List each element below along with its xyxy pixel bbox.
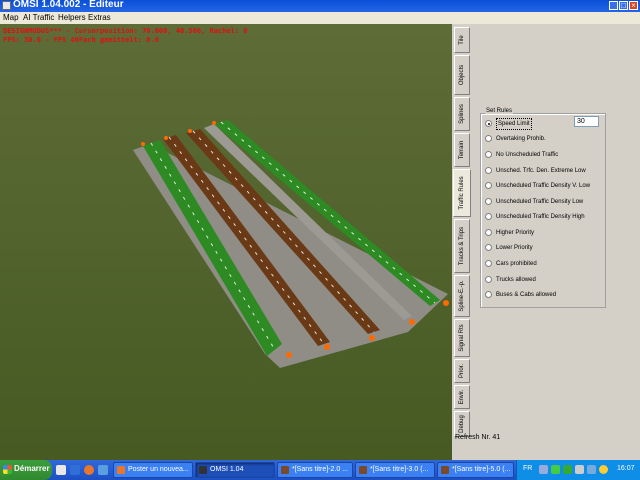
menu-bar: Map AI Traffic Helpers Extras <box>0 12 640 24</box>
taskbar: Démarrer Poster un nouvea... OMSI 1.04 *… <box>0 460 640 480</box>
tab-tracks-trips[interactable]: Tracks & Trips <box>454 219 470 273</box>
tab-spline-e-p[interactable]: Spline-E.-p. <box>454 275 470 317</box>
document-icon <box>359 466 367 474</box>
scroll-icon[interactable] <box>539 465 548 474</box>
radio[interactable] <box>485 229 492 236</box>
task-omsi[interactable]: OMSI 1.04 <box>195 462 275 478</box>
task-sans-titre-5[interactable]: *[Sans titre]-5.0 (... <box>437 462 514 478</box>
tab-tile[interactable]: Tile <box>454 27 470 53</box>
maximize-button[interactable]: □ <box>619 1 628 10</box>
menu-ai-traffic[interactable]: AI Traffic <box>23 12 54 24</box>
menu-map[interactable]: Map <box>3 12 19 24</box>
task-sans-titre-3[interactable]: *[Sans titre]-3.0 (... <box>355 462 435 478</box>
tab-prior[interactable]: Prior. <box>454 359 470 383</box>
window-title: OMSI 1.04.002 - Editeur <box>13 0 124 10</box>
tab-splines[interactable]: Splines <box>454 97 470 131</box>
clock: 16:07 <box>617 465 635 472</box>
radio-selected[interactable] <box>485 120 492 127</box>
messenger-icon[interactable] <box>98 465 108 475</box>
radio[interactable] <box>485 276 492 283</box>
hud-cursor-position: DESIGNMODUS*** - Cursorposition: 70.000,… <box>3 27 248 35</box>
antivirus-icon[interactable] <box>563 465 572 474</box>
menu-extras[interactable]: Extras <box>88 12 111 24</box>
omsi-icon <box>199 466 207 474</box>
document-icon <box>441 466 449 474</box>
radio[interactable] <box>485 213 492 220</box>
radio[interactable] <box>485 167 492 174</box>
radio[interactable] <box>485 291 492 298</box>
msn-icon[interactable] <box>587 465 596 474</box>
ie-icon[interactable] <box>70 465 80 475</box>
speed-limit-input[interactable]: 30 <box>574 116 599 127</box>
start-button[interactable]: Démarrer <box>0 460 52 480</box>
tab-signal-rts[interactable]: Signal Rts <box>454 319 470 357</box>
radio[interactable] <box>485 135 492 142</box>
refresh-counter: Refresh Nr. 41 <box>455 434 501 441</box>
windows-flag-icon <box>3 465 12 474</box>
task-sans-titre-2[interactable]: *[Sans titre]-2.0 ... <box>277 462 353 478</box>
app-icon <box>2 1 11 10</box>
tab-terrain[interactable]: Terrain <box>454 133 470 167</box>
radio[interactable] <box>485 151 492 158</box>
tab-envir[interactable]: Envir. <box>454 385 470 409</box>
volume-icon[interactable] <box>575 465 584 474</box>
language-indicator[interactable]: FR <box>523 465 532 472</box>
tab-objects[interactable]: Objects <box>454 55 470 95</box>
hud-fps: FPS: 30.0 - FPS 40Fach gemittelt: 0.0 <box>3 36 159 44</box>
document-icon <box>281 466 289 474</box>
system-tray: FR 16:07 <box>516 460 640 480</box>
radio[interactable] <box>485 198 492 205</box>
task-poster-nouveau[interactable]: Poster un nouvea... <box>113 462 193 478</box>
firefox-icon <box>117 466 125 474</box>
set-rules-group: Set Rules Speed Limit Overtaking Prohib.… <box>480 108 606 308</box>
firefox-icon[interactable] <box>84 465 94 475</box>
close-button[interactable]: × <box>629 1 638 10</box>
update-icon[interactable] <box>599 465 608 474</box>
network-icon[interactable] <box>551 465 560 474</box>
minimize-button[interactable]: _ <box>609 1 618 10</box>
radio[interactable] <box>485 244 492 251</box>
radio[interactable] <box>485 260 492 267</box>
show-desktop-icon[interactable] <box>56 465 66 475</box>
set-rules-legend: Set Rules <box>485 108 514 114</box>
title-bar: OMSI 1.04.002 - Editeur _ □ × <box>0 0 640 12</box>
tab-traffic-rules[interactable]: Traffic Rules <box>453 169 471 217</box>
panel-tabs: Tile Objects Splines Terrain Traffic Rul… <box>453 24 471 437</box>
radio[interactable] <box>485 182 492 189</box>
menu-helpers[interactable]: Helpers <box>58 12 86 24</box>
map-viewport[interactable]: DESIGNMODUS*** - Cursorposition: 70.000,… <box>0 24 452 460</box>
